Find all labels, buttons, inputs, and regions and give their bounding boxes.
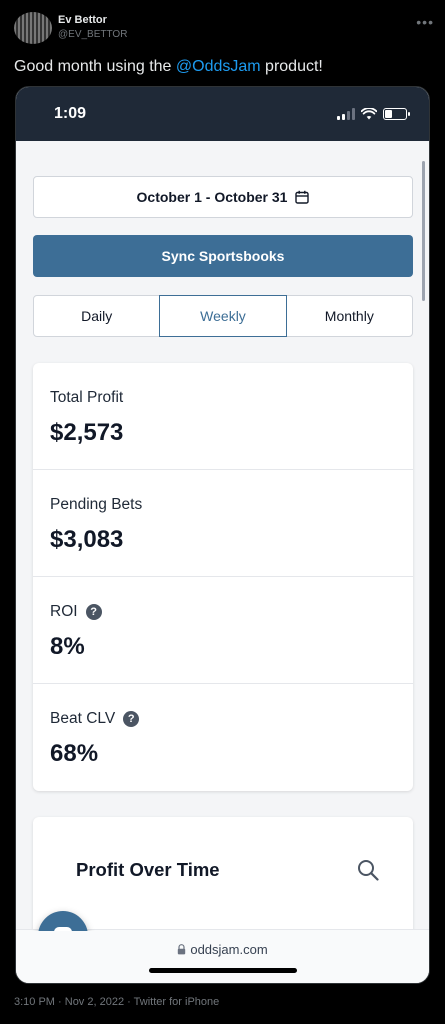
author-handle[interactable]: @EV_BETTOR — [58, 29, 127, 40]
tweet-text: Good month using the @OddsJam product! — [14, 58, 323, 76]
url-text: oddsjam.com — [190, 942, 268, 957]
url-display[interactable]: oddsjam.com — [16, 942, 429, 957]
home-indicator[interactable] — [149, 968, 297, 973]
date-range-picker[interactable]: October 1 - October 31 — [33, 176, 413, 218]
stat-label-text: Pending Bets — [50, 496, 143, 513]
help-icon[interactable]: ? — [123, 711, 140, 727]
stat-label-text: ROI — [50, 603, 78, 620]
browser-url-bar[interactable]: oddsjam.com — [16, 929, 429, 983]
stat-label-text: Beat CLV — [50, 710, 116, 727]
lock-icon — [178, 944, 186, 955]
search-icon[interactable] — [357, 859, 379, 881]
tab-monthly[interactable]: Monthly — [285, 295, 413, 337]
stat-value: $3,083 — [50, 526, 124, 553]
date-range-label: October 1 - October 31 — [136, 189, 288, 205]
stat-total-profit: Total Profit $2,573 — [33, 363, 413, 470]
tweet-time[interactable]: 3:10 PM — [14, 996, 55, 1008]
tweet-source: Twitter for iPhone — [133, 996, 220, 1008]
battery-icon — [383, 108, 410, 120]
mention-link[interactable]: @OddsJam — [176, 58, 261, 75]
tweet-date[interactable]: Nov 2, 2022 — [65, 996, 124, 1008]
avatar[interactable] — [14, 12, 52, 44]
sync-sportsbooks-button[interactable]: Sync Sportsbooks — [33, 235, 413, 277]
calendar-icon — [295, 190, 310, 204]
status-time: 1:09 — [54, 105, 87, 122]
stat-beat-clv: Beat CLV ? 68% — [33, 684, 413, 791]
tweet-header: Ev Bettor @EV_BETTOR ••• — [14, 10, 434, 46]
stat-label: Beat CLV ? — [50, 710, 413, 728]
author-name[interactable]: Ev Bettor — [58, 14, 107, 26]
stat-value: 8% — [50, 633, 85, 660]
status-bar: 1:09 — [16, 87, 429, 141]
wifi-icon — [361, 108, 377, 120]
stat-value: $2,573 — [50, 419, 124, 446]
scrollbar[interactable] — [422, 161, 425, 301]
tweet-text-before: Good month using the — [14, 58, 176, 75]
stat-roi: ROI ? 8% — [33, 577, 413, 684]
profit-chart-card: Profit Over Time — [33, 817, 413, 931]
tweet-meta: 3:10 PM · Nov 2, 2022 · Twitter for iPho… — [14, 996, 220, 1008]
stat-value: 68% — [50, 740, 99, 767]
phone-screenshot[interactable]: 1:09 October 1 - October 31 Sync Sportsb… — [15, 86, 430, 984]
stat-label: Total Profit — [50, 389, 413, 407]
stat-label-text: Total Profit — [50, 389, 124, 406]
stat-label: ROI ? — [50, 603, 413, 621]
app-content: October 1 - October 31 Sync Sportsbooks … — [16, 141, 429, 931]
stats-card: Total Profit $2,573 Pending Bets $3,083 … — [33, 363, 413, 791]
chat-bubble-icon — [54, 927, 72, 931]
chart-title: Profit Over Time — [76, 859, 220, 880]
help-icon[interactable]: ? — [85, 604, 102, 620]
signal-icon — [337, 108, 355, 120]
stat-pending-bets: Pending Bets $3,083 — [33, 470, 413, 577]
stat-label: Pending Bets — [50, 496, 413, 514]
tab-weekly[interactable]: Weekly — [159, 295, 287, 337]
tweet-text-after: product! — [260, 58, 323, 75]
status-icons — [337, 107, 410, 121]
period-tabs: Daily Weekly Monthly — [33, 295, 413, 337]
tab-daily[interactable]: Daily — [33, 295, 161, 337]
more-horizontal-icon[interactable]: ••• — [416, 14, 434, 30]
